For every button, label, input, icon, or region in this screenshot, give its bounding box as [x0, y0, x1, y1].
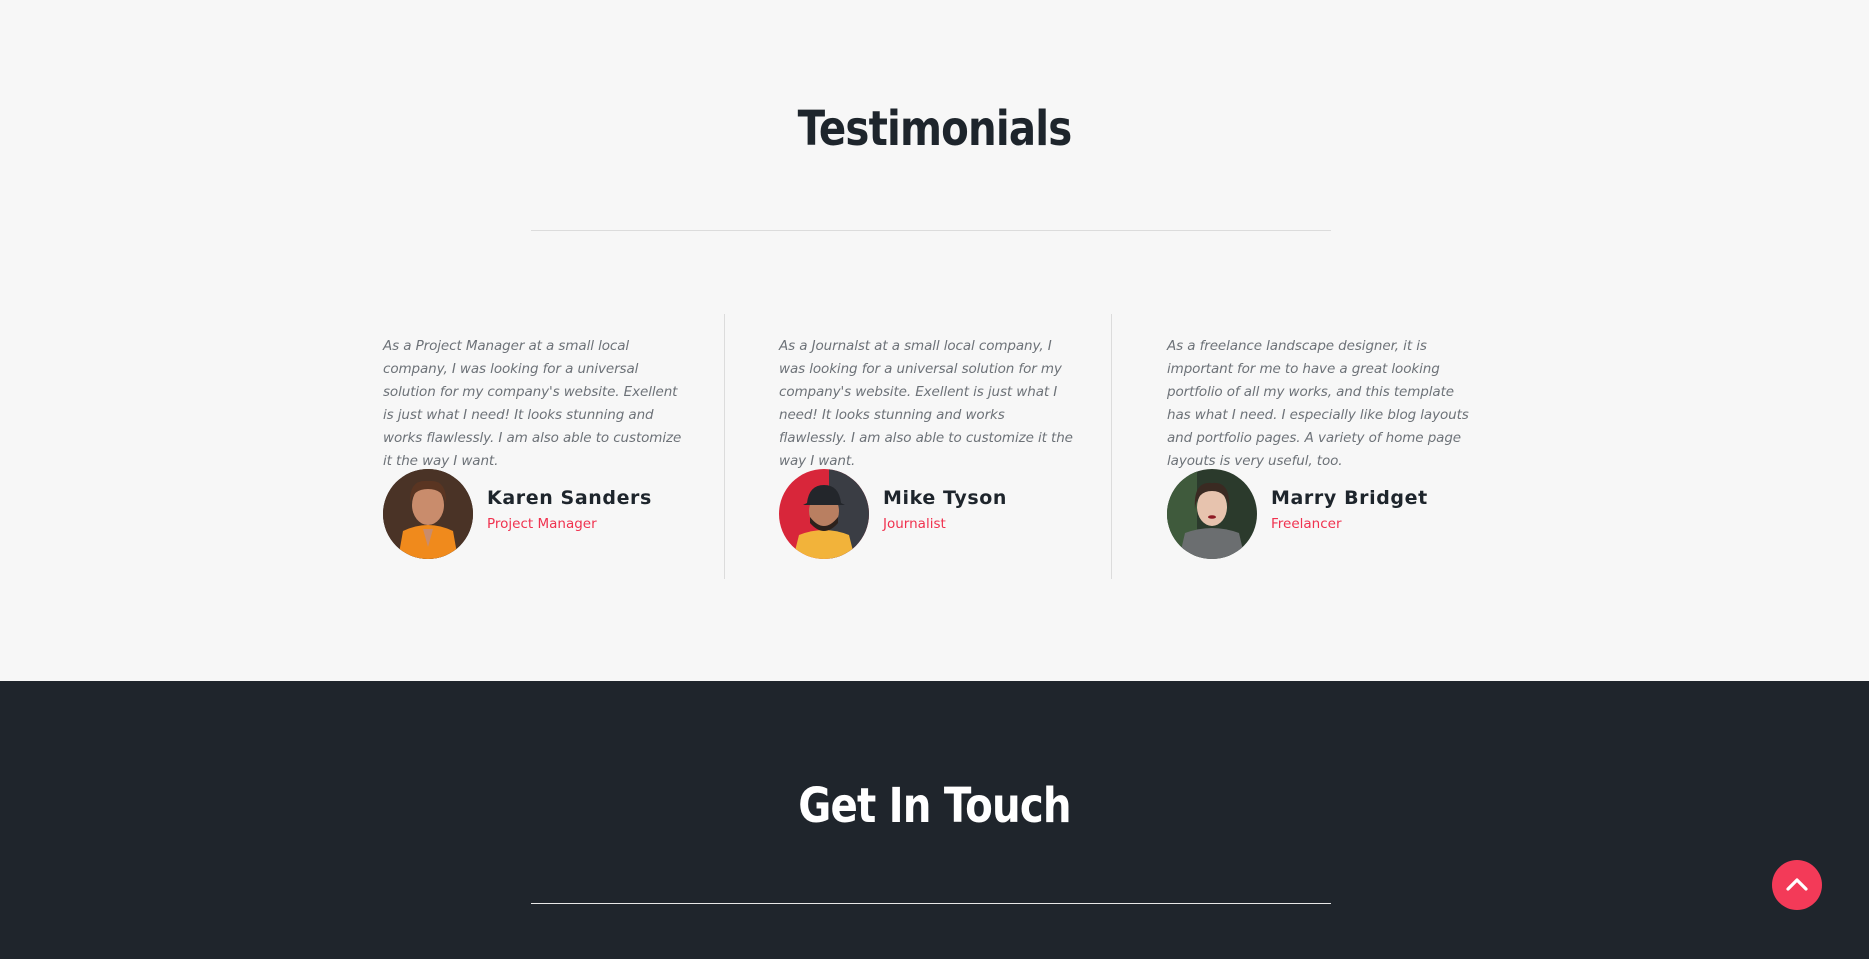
testimonial-card: As a Project Manager at a small local co… [383, 314, 683, 579]
author-info: Karen Sanders Project Manager [487, 487, 652, 532]
card-divider [1111, 314, 1112, 579]
author-role: Project Manager [487, 515, 597, 532]
author-role: Journalist [883, 515, 946, 532]
author-name: Mike Tyson [883, 486, 1008, 509]
author-name: Marry Bridget [1271, 486, 1428, 509]
author-info: Marry Bridget Freelancer [1271, 487, 1428, 532]
testimonial-quote: As a Journalst at a small local company,… [779, 338, 1073, 469]
section-title-contact: Get In Touch [798, 778, 1071, 834]
author-info: Mike Tyson Journalist [883, 487, 1007, 532]
chevron-up-icon [1786, 876, 1808, 895]
title-divider [531, 903, 1331, 904]
avatar [1167, 469, 1257, 559]
contact-section: Get In Touch [0, 681, 1869, 959]
testimonial-author: Mike Tyson Journalist [779, 469, 1007, 559]
testimonial-author: Karen Sanders Project Manager [383, 469, 652, 559]
testimonial-card: As a Journalst at a small local company,… [779, 314, 1074, 579]
testimonial-author: Marry Bridget Freelancer [1167, 469, 1428, 559]
author-name: Karen Sanders [487, 486, 652, 509]
back-to-top-button[interactable] [1772, 860, 1822, 910]
testimonials-section: Testimonials As a Project Manager at a s… [0, 0, 1869, 681]
testimonial-card: As a freelance landscape designer, it is… [1167, 314, 1477, 579]
section-title-testimonials: Testimonials [797, 101, 1073, 157]
title-divider [531, 230, 1331, 231]
avatar [383, 469, 473, 559]
testimonial-quote: As a freelance landscape designer, it is… [1167, 338, 1469, 469]
author-role: Freelancer [1271, 515, 1342, 532]
testimonial-quote: As a Project Manager at a small local co… [383, 338, 682, 469]
avatar [779, 469, 869, 559]
card-divider [724, 314, 725, 579]
